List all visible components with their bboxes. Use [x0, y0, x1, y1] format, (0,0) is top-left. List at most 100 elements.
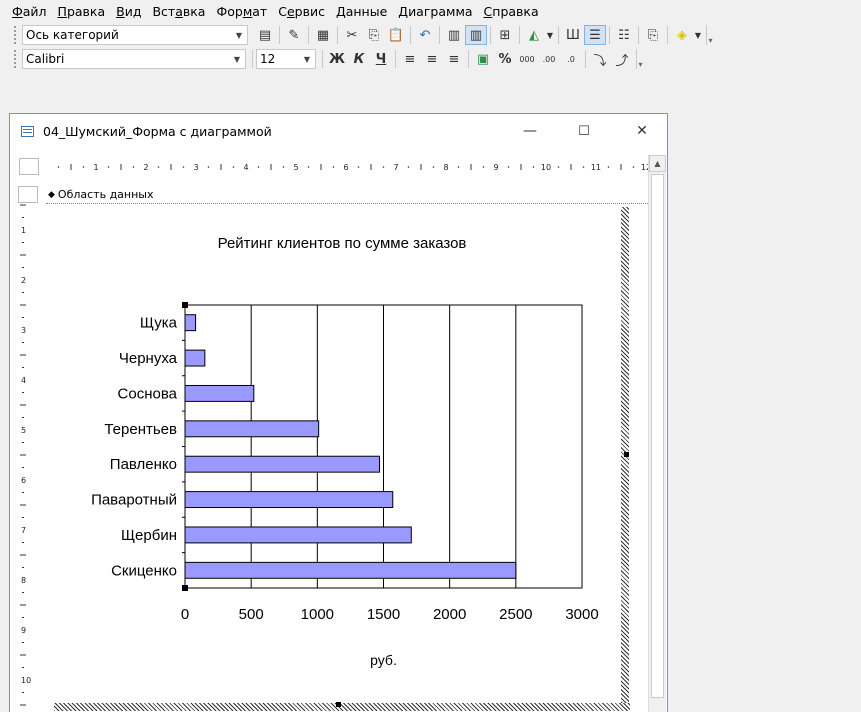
resize-handle[interactable]: [624, 452, 629, 457]
menu-item[interactable]: Формат: [216, 4, 267, 19]
bar: [184, 384, 255, 402]
section-header-detail[interactable]: ◆ Область данных: [46, 186, 650, 204]
align-left-icon[interactable]: ≡: [399, 49, 421, 69]
ruler-label: 3: [21, 326, 26, 335]
align-right-icon[interactable]: ≡: [443, 49, 465, 69]
toolbar-grip[interactable]: [14, 50, 18, 68]
menu-bar: Файл Правка Вид Вставка Формат Сервис Данные Ди…: [0, 0, 861, 22]
chart-object-value: Ось категорий: [26, 28, 119, 42]
menu-item[interactable]: Вид: [116, 4, 141, 19]
fill-color-icon[interactable]: ◈: [671, 25, 693, 45]
horizontal-ruler: 123456789101112: [57, 163, 650, 172]
menu-item[interactable]: Вставка: [152, 4, 205, 19]
category-label: Щука: [140, 315, 178, 332]
chart-border-right: [621, 207, 629, 707]
ruler-label: 6: [343, 163, 348, 172]
ruler-label: 8: [443, 163, 448, 172]
bar: [184, 420, 320, 438]
angle-down-icon[interactable]: ⤵: [589, 49, 611, 69]
copy-icon[interactable]: ⎘: [363, 25, 385, 45]
menu-item[interactable]: Файл: [12, 4, 47, 19]
ruler-label: 2: [143, 163, 148, 172]
chevron-down-icon[interactable]: ▼: [233, 28, 245, 42]
font-value: Calibri: [26, 52, 65, 66]
decrease-decimal-icon[interactable]: .0: [560, 49, 582, 69]
drawing-icon[interactable]: ⎘: [642, 25, 664, 45]
increase-decimal-icon[interactable]: .00: [538, 49, 560, 69]
chart-type-icon[interactable]: ◭: [523, 25, 545, 45]
bar: [184, 455, 381, 473]
axis-handle[interactable]: [182, 302, 188, 308]
resize-handle[interactable]: [336, 702, 341, 707]
paste-icon[interactable]: 📋: [385, 25, 407, 45]
cut-icon[interactable]: ✂: [341, 25, 363, 45]
data-table-icon[interactable]: ⊞: [494, 25, 516, 45]
menu-item[interactable]: Сервис: [278, 4, 325, 19]
menu-item[interactable]: Справка: [484, 4, 539, 19]
datasheet-icon[interactable]: ▦: [312, 25, 334, 45]
workspace-background: [668, 113, 861, 712]
toolbar-options-icon[interactable]: ▾: [706, 25, 714, 45]
category-label: Павленко: [110, 456, 177, 473]
axis-handle[interactable]: [182, 585, 188, 591]
window-title: 04_Шумский_Форма с диаграммой: [43, 123, 272, 139]
format-object-icon[interactable]: ▤: [254, 25, 276, 45]
ruler-label: 8: [21, 576, 26, 585]
font-size-combo[interactable]: 12 ▼: [256, 49, 316, 69]
by-column-icon[interactable]: ▥: [465, 25, 487, 45]
currency-icon[interactable]: ▣: [472, 49, 494, 69]
by-row-icon[interactable]: ▥: [443, 25, 465, 45]
ruler-label: 11: [591, 163, 601, 172]
chart-object[interactable]: Рейтинг клиентов по сумме заказов 0 500 10…: [54, 205, 630, 711]
x-tick-label: 0: [181, 606, 189, 623]
section-selector[interactable]: [18, 186, 38, 203]
form-selector[interactable]: [19, 158, 39, 175]
thousands-button[interactable]: 000: [516, 49, 538, 69]
underline-button[interactable]: Ч: [370, 49, 392, 69]
ruler-label: 4: [243, 163, 248, 172]
list-icon[interactable]: ☷: [613, 25, 635, 45]
scrollbar-thumb[interactable]: [651, 174, 664, 698]
chart-object-combo[interactable]: Ось категорий ▼: [22, 25, 248, 45]
menu-item[interactable]: Диаграмма: [398, 4, 472, 19]
toolbar-options-icon[interactable]: ▾: [636, 49, 644, 69]
bar: [184, 561, 517, 579]
ruler-label: 7: [21, 526, 26, 535]
italic-button[interactable]: К: [348, 49, 370, 69]
chart-plot: 0 500 1000 1500 2000 2500 3000 Скиценко Щербин Па…: [91, 302, 599, 668]
font-combo[interactable]: Calibri ▼: [22, 49, 246, 69]
menu-item[interactable]: Правка: [58, 4, 106, 19]
undo-icon[interactable]: ↶: [414, 25, 436, 45]
percent-button[interactable]: %: [494, 49, 516, 69]
bar: [184, 314, 197, 332]
toolbar-grip[interactable]: [14, 26, 18, 44]
maximize-button[interactable]: ☐: [574, 121, 594, 141]
import-file-icon[interactable]: ✎: [283, 25, 305, 45]
minimize-button[interactable]: —: [520, 121, 540, 141]
angle-up-icon[interactable]: ⤴: [611, 49, 633, 69]
window-titlebar[interactable]: 04_Шумский_Форма с диаграммой — ☐ ✕: [10, 114, 667, 148]
vertical-scrollbar[interactable]: ▲: [648, 155, 666, 712]
section-label: Область данных: [57, 188, 154, 201]
x-tick-label: 1500: [367, 606, 400, 623]
chevron-down-icon[interactable]: ▼: [693, 25, 703, 45]
chevron-down-icon[interactable]: ▼: [301, 52, 313, 66]
bold-button[interactable]: Ж: [326, 49, 348, 69]
x-tick-label: 2000: [433, 606, 466, 623]
align-center-icon[interactable]: ≡: [421, 49, 443, 69]
x-tick-label: 500: [239, 606, 264, 623]
gridlines-icon[interactable]: Ш: [562, 25, 584, 45]
form-icon: [21, 125, 34, 137]
ruler-label: 2: [21, 276, 26, 285]
legend-icon[interactable]: ☰: [584, 25, 606, 45]
vertical-ruler: 1 2 3 4 5 6 7 8 9 10: [20, 204, 31, 706]
chevron-down-icon[interactable]: ▼: [545, 25, 555, 45]
ruler-label: 4: [21, 376, 26, 385]
ruler-label: 6: [21, 476, 26, 485]
scroll-up-icon[interactable]: ▲: [649, 155, 666, 172]
menu-item[interactable]: Данные: [336, 4, 387, 19]
ruler-label: 9: [21, 626, 26, 635]
ruler-label: 7: [393, 163, 398, 172]
chevron-down-icon[interactable]: ▼: [231, 52, 243, 66]
close-button[interactable]: ✕: [632, 121, 652, 141]
